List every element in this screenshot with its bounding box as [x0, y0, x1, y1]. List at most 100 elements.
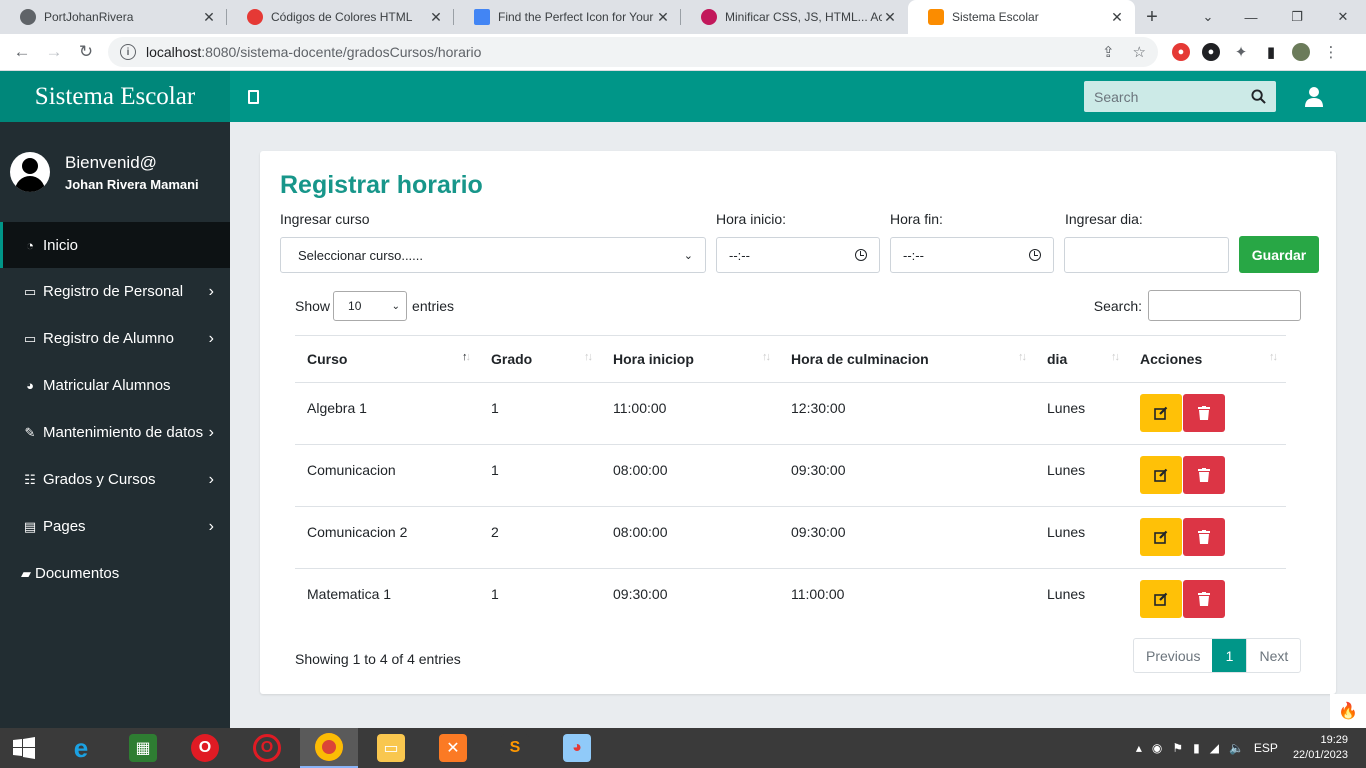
entries-label: entries — [412, 298, 455, 314]
minimize-icon[interactable]: — — [1228, 0, 1274, 34]
new-tab-button[interactable]: + — [1135, 0, 1169, 34]
sidebar-item-grados-cursos[interactable]: ☷ Grados y Cursos › — [0, 456, 230, 503]
sort-icon: ↑↓ — [1269, 351, 1278, 363]
opera-icon[interactable]: O — [176, 728, 234, 768]
sidebar-item-registro-personal[interactable]: ▭ Registro de Personal › — [0, 268, 230, 315]
sidebar-item-matricular[interactable]: ◕ Matricular Alumnos — [0, 362, 230, 409]
clock-icon[interactable] — [1029, 249, 1041, 261]
sidebar-toggle-icon[interactable] — [230, 71, 276, 122]
browser-tab[interactable]: PortJohanRivera ✕ — [0, 0, 227, 34]
app-header: Sistema Escolar Search — [0, 71, 1366, 122]
battery-icon[interactable]: ▮ — [1193, 741, 1200, 755]
chevron-up-icon[interactable]: ▴ — [1136, 741, 1142, 755]
windows-start-icon[interactable] — [0, 728, 48, 768]
day-input[interactable] — [1064, 237, 1229, 273]
column-header-label: dia — [1047, 351, 1068, 367]
antivirus-icon[interactable]: ⚑ — [1172, 741, 1183, 755]
close-window-icon[interactable]: ✕ — [1320, 0, 1366, 34]
trash-icon — [1198, 530, 1210, 544]
delete-button[interactable] — [1183, 518, 1225, 556]
sidebar-item-label: Mantenimiento de datos — [43, 424, 204, 441]
flame-icon[interactable]: 🔥 — [1330, 694, 1366, 728]
profile-avatar[interactable] — [1292, 43, 1310, 61]
back-icon[interactable]: ← — [6, 36, 38, 68]
edit-button[interactable] — [1140, 394, 1182, 432]
paint-icon[interactable]: ◕ — [548, 728, 606, 768]
cell-acciones — [1128, 506, 1286, 569]
table-row: Algebra 1 1 11:00:00 12:30:00 Lunes — [295, 382, 1286, 445]
delete-button[interactable] — [1183, 394, 1225, 432]
browser-tab-active[interactable]: Sistema Escolar ✕ — [908, 0, 1135, 34]
delete-button[interactable] — [1183, 456, 1225, 494]
sidebar: Bienvenid@ Johan Rivera Mamani ◔ Inicio … — [0, 122, 230, 728]
table-search-input[interactable] — [1148, 290, 1301, 321]
column-header-dia[interactable]: dia ↑↓ — [1035, 335, 1128, 383]
close-tab-icon[interactable]: ✕ — [1109, 9, 1125, 26]
delete-button[interactable] — [1183, 580, 1225, 618]
course-select[interactable]: Seleccionar curso...... ⌄ — [280, 237, 706, 273]
forward-icon[interactable]: → — [38, 36, 70, 68]
clock-icon[interactable] — [855, 249, 867, 261]
edit-button[interactable] — [1140, 456, 1182, 494]
brand-title[interactable]: Sistema Escolar — [0, 71, 230, 122]
file-explorer-icon[interactable]: ▭ — [362, 728, 420, 768]
language-indicator[interactable]: ESP — [1254, 741, 1278, 755]
reload-icon[interactable]: ↻ — [70, 36, 102, 68]
sidebar-item-inicio[interactable]: ◔ Inicio — [0, 222, 230, 268]
user-icon[interactable] — [1300, 83, 1328, 111]
clock[interactable]: 19:29 22/01/2023 — [1293, 733, 1348, 763]
browser-tab[interactable]: Minificar CSS, JS, HTML... Acele ✕ — [681, 0, 908, 34]
wifi-icon[interactable]: ◢ — [1210, 741, 1219, 755]
close-tab-icon[interactable]: ✕ — [201, 9, 217, 26]
browser-tab[interactable]: Códigos de Colores HTML ✕ — [227, 0, 454, 34]
user-name: Johan Rivera Mamani — [65, 176, 199, 192]
bookmark-star-icon[interactable]: ☆ — [1133, 43, 1146, 61]
next-page-button[interactable]: Next — [1246, 639, 1300, 672]
page-title: Registrar horario — [280, 171, 483, 199]
sidebar-item-documentos[interactable]: ▰ Documentos — [0, 550, 230, 597]
greeting: Bienvenid@ — [65, 152, 157, 172]
close-tab-icon[interactable]: ✕ — [655, 9, 671, 26]
menu-kebab-icon[interactable]: ⋮ — [1322, 43, 1340, 61]
sidebar-item-mantenimiento[interactable]: ✎ Mantenimiento de datos › — [0, 409, 230, 456]
column-header-hora-culminacion[interactable]: Hora de culminacion ↑↓ — [779, 335, 1035, 383]
save-button[interactable]: Guardar — [1239, 236, 1319, 273]
sidebar-item-registro-alumno[interactable]: ▭ Registro de Alumno › — [0, 315, 230, 362]
store-icon[interactable]: ▦ — [114, 728, 172, 768]
page-1-button[interactable]: 1 — [1212, 639, 1247, 672]
side-panel-icon[interactable]: ▮ — [1262, 43, 1280, 61]
column-header-grado[interactable]: Grado ↑↓ — [479, 335, 601, 383]
volume-icon[interactable]: 🔈 — [1229, 741, 1244, 755]
share-icon[interactable]: ⇪ — [1102, 43, 1115, 61]
close-tab-icon[interactable]: ✕ — [882, 9, 898, 26]
tab-search-icon[interactable]: ⌄ — [1188, 0, 1228, 34]
column-header-acciones[interactable]: Acciones ↑↓ — [1128, 335, 1286, 383]
column-header-curso[interactable]: Curso ↑↓ — [295, 335, 479, 383]
opera-gx-icon[interactable]: O — [238, 728, 296, 768]
extension-vd-icon[interactable]: ● — [1202, 43, 1220, 61]
end-time-input[interactable]: --:-- — [890, 237, 1054, 273]
address-bar[interactable]: i localhost:8080/sistema-docente/gradosC… — [108, 37, 1158, 67]
xampp-icon[interactable]: ✕ — [424, 728, 482, 768]
chrome-icon[interactable] — [300, 728, 358, 768]
edit-button[interactable] — [1140, 580, 1182, 618]
column-header-hora-inicio[interactable]: Hora iniciop ↑↓ — [601, 335, 779, 383]
start-time-input[interactable]: --:-- — [716, 237, 880, 273]
chevron-right-icon: › — [208, 329, 214, 347]
entries-select[interactable]: 10 ⌄ — [333, 291, 408, 321]
puzzle-icon[interactable]: ✦ — [1232, 43, 1250, 61]
search-icon[interactable] — [1251, 89, 1266, 104]
close-tab-icon[interactable]: ✕ — [428, 9, 444, 26]
network-icon[interactable]: ◉ — [1152, 741, 1162, 755]
restore-icon[interactable]: ❐ — [1274, 0, 1320, 34]
edit-button[interactable] — [1140, 518, 1182, 556]
sidebar-item-pages[interactable]: ▤ Pages › — [0, 503, 230, 550]
adblock-icon[interactable]: ● — [1172, 43, 1190, 61]
tab-title: PortJohanRivera — [44, 10, 134, 24]
browser-tab[interactable]: Find the Perfect Icon for Your P ✕ — [454, 0, 681, 34]
site-info-icon[interactable]: i — [120, 44, 136, 60]
sublime-text-icon[interactable]: S — [486, 728, 544, 768]
header-search-input[interactable]: Search — [1084, 81, 1276, 112]
previous-page-button[interactable]: Previous — [1134, 639, 1212, 672]
internet-explorer-icon[interactable]: e — [52, 728, 110, 768]
